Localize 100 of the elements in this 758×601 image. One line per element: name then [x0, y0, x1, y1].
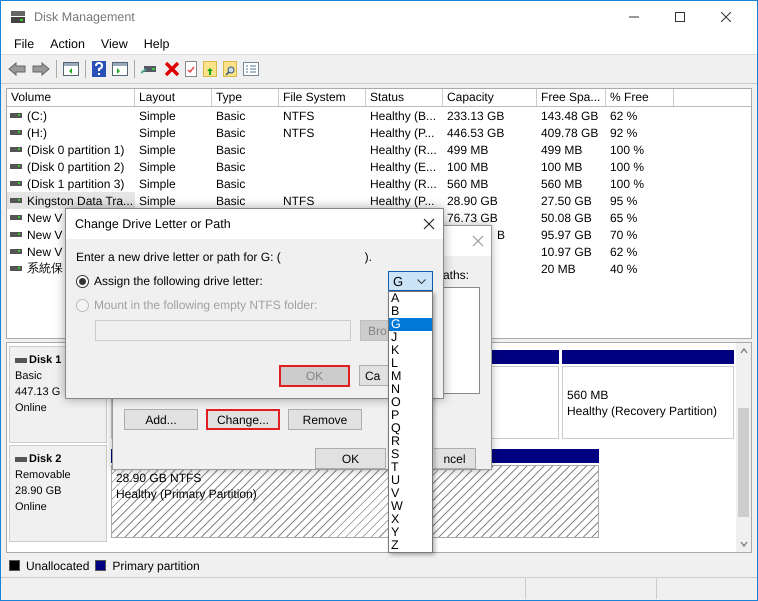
dropdown-option[interactable]: X	[389, 513, 432, 526]
drive-letter-dropdown[interactable]: G	[388, 271, 433, 291]
partition-label: Healthy (Recovery Partition)	[567, 402, 718, 418]
file-system-cell: NTFS	[283, 194, 314, 208]
column-header[interactable]: Capacity	[443, 89, 537, 106]
volume-name: (Disk 0 partition 2)	[27, 160, 124, 174]
percent-free-cell: 62 %	[610, 244, 638, 258]
dialog-button[interactable]: Remove	[288, 409, 362, 430]
dropdown-option[interactable]: U	[389, 474, 432, 487]
capacity-cell: 233.13 GB	[447, 108, 504, 122]
free-space-cell: 95.97 GB	[541, 228, 592, 242]
menu-item[interactable]: Action	[42, 36, 93, 50]
scroll-down-icon[interactable]	[740, 541, 748, 547]
checklist-icon[interactable]	[185, 61, 197, 77]
dropdown-option[interactable]: J	[389, 331, 432, 344]
column-header[interactable]: Layout	[135, 89, 212, 106]
menu-item[interactable]: File	[6, 36, 42, 50]
delete-icon[interactable]	[165, 62, 179, 76]
volume-name: Kingston Data Tra...	[27, 194, 134, 208]
dialog-button[interactable]: Change...	[206, 409, 280, 430]
dropdown-option[interactable]: O	[389, 396, 432, 409]
dropdown-option[interactable]: Q	[389, 422, 432, 435]
status-cell: Healthy (P...	[370, 126, 434, 140]
drive-icon	[10, 113, 22, 118]
maximize-icon[interactable]	[675, 12, 685, 22]
type-cell: Basic	[216, 108, 246, 122]
volume-name: (Disk 1 partition 3)	[27, 176, 124, 190]
free-space-cell: 10.97 GB	[541, 244, 592, 258]
scrollbar[interactable]	[736, 343, 751, 552]
disk-type: Basic	[15, 369, 43, 384]
menu-item[interactable]: Help	[136, 36, 178, 50]
prompt-text: Enter a new drive letter or path for G: (	[76, 250, 281, 264]
radio-label: Mount in the following empty NTFS folder:	[94, 298, 318, 312]
forward-arrow-icon[interactable]	[32, 61, 50, 77]
dropdown-option[interactable]: L	[389, 357, 432, 370]
volume-name: New V	[27, 244, 62, 258]
partition-area[interactable]: 560 MB Healthy (Recovery Partition)	[562, 366, 734, 439]
ok-button[interactable]: OK	[315, 448, 386, 469]
dropdown-option[interactable]: N	[389, 383, 432, 396]
layout-cell: Simple	[139, 142, 176, 156]
status-cell: Healthy (P...	[370, 194, 434, 208]
disk-name: Disk 2	[29, 452, 62, 467]
column-header[interactable]: File System	[279, 89, 366, 106]
search-icon[interactable]	[223, 61, 237, 77]
drive-icon	[15, 457, 27, 462]
dropdown-option[interactable]: M	[389, 370, 432, 383]
disk-name: Disk 1	[29, 353, 62, 368]
free-space-cell: 409.78 GB	[541, 126, 598, 140]
status-cell: Healthy (B...	[370, 108, 436, 122]
chevron-down-icon	[417, 278, 426, 284]
column-header[interactable]: Status	[366, 89, 443, 106]
close-icon[interactable]	[721, 12, 731, 22]
properties-list-icon[interactable]	[243, 62, 259, 76]
dropdown-option[interactable]: Y	[389, 526, 432, 539]
drive-icon	[10, 232, 22, 237]
drive-icon	[10, 181, 22, 186]
status-cell: Healthy (R...	[370, 142, 437, 156]
dropdown-option[interactable]: Z	[389, 539, 432, 552]
paths-label: aths:	[442, 268, 470, 282]
volume-name: (H:)	[27, 126, 47, 140]
capacity-cell: 446.53 GB	[447, 126, 504, 140]
volume-name: New V	[27, 228, 62, 242]
connect-icon[interactable]	[141, 63, 159, 75]
column-header[interactable]: Volume	[7, 89, 135, 106]
dropdown-option[interactable]: W	[389, 500, 432, 513]
disk-size: 447.13 G	[15, 385, 62, 400]
type-cell: Basic	[216, 126, 246, 140]
capacity-cell: 100 MB	[447, 160, 488, 174]
close-icon[interactable]	[423, 218, 435, 230]
action-pane-icon[interactable]	[112, 62, 128, 76]
column-header[interactable]: Type	[212, 89, 279, 106]
radio-button[interactable]	[76, 274, 89, 288]
status-cell: Healthy (E...	[370, 160, 436, 174]
dialog-button[interactable]: Add...	[124, 409, 198, 430]
free-space-cell: 499 MB	[541, 142, 582, 156]
column-header[interactable]: Free Spa...	[537, 89, 606, 106]
type-cell: Basic	[216, 176, 246, 190]
cancel-button[interactable]: ncel	[434, 448, 476, 469]
dropdown-option[interactable]: B	[389, 305, 432, 318]
scroll-up-icon[interactable]	[740, 348, 748, 354]
dropdown-option[interactable]: K	[389, 344, 432, 357]
dropdown-option[interactable]: V	[389, 487, 432, 500]
help-icon[interactable]	[92, 61, 106, 77]
free-space-cell: 143.48 GB	[541, 108, 598, 122]
disk-drive-icon	[10, 10, 26, 24]
cancel-button[interactable]: Ca	[359, 365, 389, 386]
back-arrow-icon[interactable]	[8, 61, 26, 77]
dropdown-option[interactable]: R	[389, 435, 432, 448]
folder-field[interactable]	[95, 320, 351, 341]
column-header[interactable]: % Free	[606, 89, 674, 106]
disk-status: Online	[15, 401, 48, 416]
partition-label: 28.90 GB NTFS	[116, 470, 202, 486]
dropdown-option[interactable]: P	[389, 409, 432, 422]
type-cell: Basic	[216, 160, 246, 174]
free-space-cell: 100 MB	[541, 160, 582, 174]
console-tree-icon[interactable]	[63, 62, 79, 76]
dropdown-option[interactable]: G	[389, 318, 432, 331]
dropdown-option[interactable]: S	[389, 448, 432, 461]
dropdown-option[interactable]: A	[389, 292, 432, 305]
menu-item[interactable]: View	[92, 36, 136, 50]
